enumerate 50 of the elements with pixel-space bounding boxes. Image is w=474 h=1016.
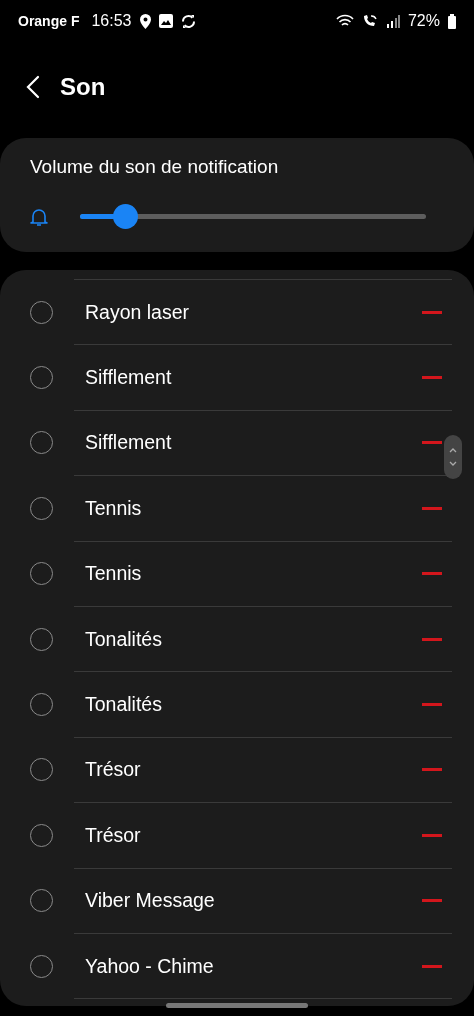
sound-name: Trésor [85,823,142,847]
battery-percentage: 72% [407,12,440,30]
back-button[interactable] [26,75,40,99]
wifi-icon [335,14,354,28]
scroll-handle[interactable] [444,435,462,479]
minus-icon [422,768,442,772]
volume-slider[interactable] [80,204,426,229]
carrier-name: Orange F [18,13,80,29]
sound-name: Tonalités [85,693,163,717]
sound-item[interactable]: Rayon laser [0,280,474,345]
minus-icon [422,506,442,510]
sound-name: Trésor [85,758,142,782]
sound-item[interactable]: Trésor [0,803,474,868]
sound-item[interactable]: Sifflement [0,345,474,410]
minus-icon [422,703,442,707]
wifi-call-icon [361,14,378,28]
minus-icon [422,572,442,576]
bell-icon [30,206,48,227]
sound-item[interactable]: Tonalités [0,606,474,672]
sound-item[interactable]: Viber Message [0,868,474,933]
battery-icon [448,13,456,29]
signal-icon [385,14,400,28]
sound-name: Sifflement [85,431,173,455]
sound-item[interactable]: Tonalités [0,672,474,737]
sound-item[interactable]: Tennis [0,541,474,606]
page-title: Son [60,73,106,101]
sync-icon [180,13,196,29]
sound-item[interactable]: Yahoo - Chime [0,933,474,999]
minus-icon [422,441,442,445]
sound-item[interactable]: Tennis [0,476,474,541]
minus-icon [422,899,442,903]
slider-thumb[interactable] [112,204,138,229]
sound-name: Tennis [85,562,143,586]
volume-label: Volume du son de notification [30,156,280,178]
minus-icon [422,833,442,837]
location-pin-icon [139,13,151,29]
sound-name: Yahoo - Chime [85,954,215,978]
sound-name: Sifflement [85,366,173,390]
sound-item[interactable]: Trésor [0,737,474,803]
minus-icon [422,637,442,641]
sound-name: Tonalités [85,627,163,651]
sound-name: Tennis [85,496,143,520]
sound-item[interactable]: Sifflement [0,410,474,476]
image-icon [158,14,173,28]
minus-icon [422,310,442,314]
minus-icon [422,964,442,968]
sound-name: Rayon laser [85,300,191,324]
sound-name: Viber Message [85,889,216,913]
clock: 16:53 [91,12,132,30]
minus-icon [422,376,442,380]
